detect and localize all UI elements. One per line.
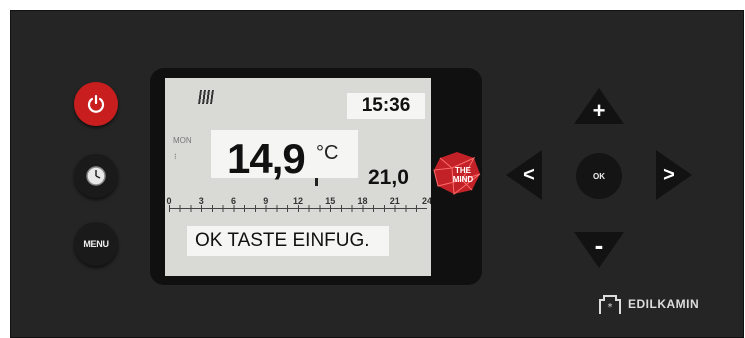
power-icon <box>87 94 105 113</box>
time-marker <box>315 178 318 186</box>
clock-time: 15:36 <box>347 93 425 119</box>
logo-line1: THE <box>455 166 471 175</box>
setpoint-temperature: 21,0 <box>368 166 409 189</box>
time-scale-bar <box>169 205 427 212</box>
status-message: OK TASTE EINFUG. <box>195 230 370 251</box>
ok-button[interactable]: OK <box>576 153 622 199</box>
menu-button[interactable]: MENU <box>74 222 118 266</box>
power-button[interactable] <box>74 82 118 126</box>
left-button-label: < <box>523 163 535 186</box>
temperature-unit: °C <box>316 142 339 164</box>
up-button-label: + <box>592 98 606 123</box>
room-temperature: 14,9 <box>227 135 306 182</box>
the-mind-logo-text: THE MIND <box>450 166 476 184</box>
edilkamin-brand: * EDILKAMIN <box>598 294 699 314</box>
flame-icon <box>198 90 214 104</box>
clock-button[interactable] <box>74 154 118 198</box>
brand-name: EDILKAMIN <box>628 297 700 311</box>
clock-icon <box>86 166 106 186</box>
logo-line2: MIND <box>452 175 474 184</box>
program-indicator: ⁝ <box>174 152 177 161</box>
ok-button-label: OK <box>593 171 605 181</box>
lcd-screen: 15:36 MON ⁝ 14,9 °C 21,0 0 3 6 9 12 15 18 21 24 … <box>165 78 431 276</box>
down-button-label: - <box>594 229 604 260</box>
menu-button-label: MENU <box>83 239 109 249</box>
svg-text:*: * <box>608 302 613 313</box>
time-scale: 0 3 6 9 12 15 18 21 24 <box>165 196 431 216</box>
edilkamin-logo: * <box>599 295 621 314</box>
weekday-label: MON <box>173 136 192 145</box>
right-button-label: > <box>663 163 675 186</box>
